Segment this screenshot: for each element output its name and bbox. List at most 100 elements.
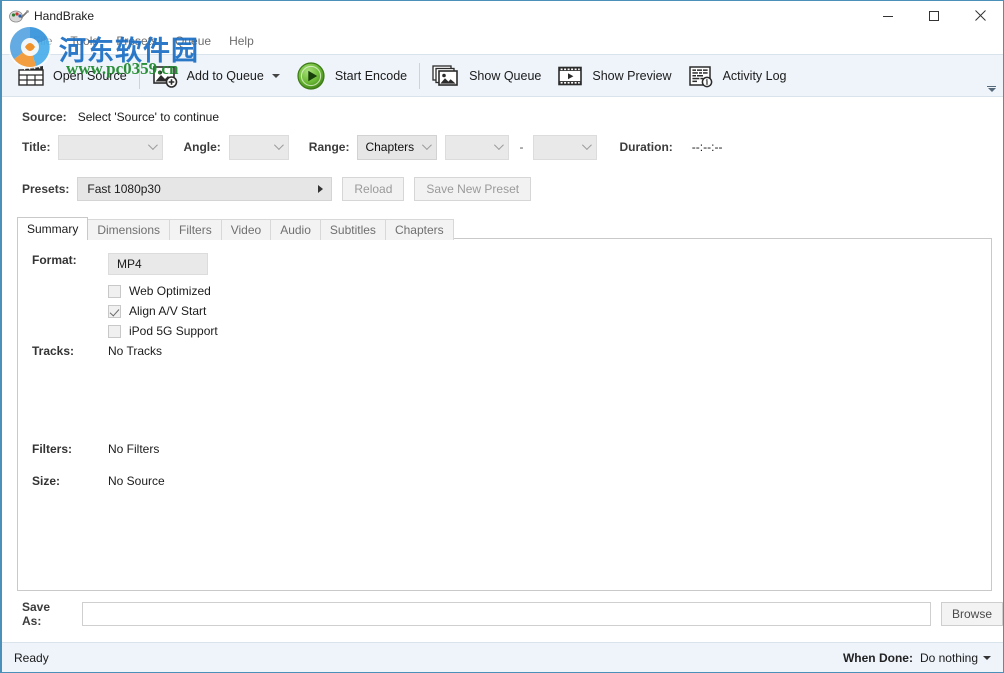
- filters-value: No Filters: [108, 442, 160, 456]
- handbrake-app-icon: [8, 7, 30, 25]
- show-queue-label: Show Queue: [469, 68, 542, 83]
- add-to-queue-button[interactable]: Add to Queue: [144, 58, 288, 94]
- tab-filters[interactable]: Filters: [169, 219, 222, 240]
- settings-tabstrip: Summary Dimensions Filters Video Audio S…: [17, 217, 454, 240]
- show-preview-label: Show Preview: [592, 68, 672, 83]
- filters-row: Filters: No Filters: [32, 442, 159, 456]
- format-select-value: MP4: [117, 257, 142, 271]
- menu-item-help[interactable]: Help: [220, 32, 263, 50]
- tab-audio[interactable]: Audio: [270, 219, 321, 240]
- toolbar-separator-1: [138, 62, 140, 89]
- open-source-button[interactable]: Open Source: [10, 58, 135, 94]
- activity-log-label: Activity Log: [722, 68, 787, 83]
- when-done-label: When Done:: [842, 650, 913, 665]
- chevron-down-icon: [494, 140, 505, 151]
- window-title: HandBrake: [34, 8, 95, 23]
- title-select[interactable]: [58, 134, 164, 160]
- start-encode-label: Start Encode: [334, 68, 408, 83]
- maximize-button[interactable]: [911, 1, 957, 30]
- svg-text:i: i: [705, 77, 708, 86]
- format-row: Format: MP4 Web Optimized Align A/V Star…: [32, 253, 218, 338]
- reload-preset-button[interactable]: Reload: [342, 177, 405, 201]
- chevron-down-icon: [422, 140, 433, 151]
- status-bar: Ready When Done: Do nothing: [2, 642, 1003, 672]
- film-play-icon: [557, 64, 583, 88]
- menu-item-file[interactable]: File: [24, 32, 61, 50]
- title-label: Title:: [22, 140, 51, 154]
- chevron-down-icon[interactable]: [983, 655, 991, 660]
- browse-button[interactable]: Browse: [941, 602, 1003, 626]
- when-done-value: Do nothing: [919, 650, 978, 665]
- save-as-row: Save As: Browse: [2, 600, 1003, 628]
- tab-summary[interactable]: Summary: [17, 217, 89, 240]
- chevron-right-icon: [318, 185, 324, 193]
- stacked-images-icon: [432, 64, 460, 88]
- open-source-label: Open Source: [53, 68, 127, 83]
- size-row: Size: No Source: [32, 474, 165, 488]
- add-image-icon: [152, 64, 178, 88]
- duration-value: --:--:--: [691, 140, 723, 154]
- web-optimized-checkbox-row[interactable]: Web Optimized: [108, 284, 218, 298]
- align-av-start-label: Align A/V Start: [129, 304, 207, 318]
- tracks-row: Tracks: No Tracks: [32, 344, 162, 358]
- web-optimized-label: Web Optimized: [129, 284, 211, 298]
- save-new-preset-button[interactable]: Save New Preset: [414, 177, 532, 201]
- range-label: Range:: [308, 140, 350, 154]
- source-row: Source: Select 'Source' to continue: [2, 105, 1003, 129]
- toolbar-overflow-icon[interactable]: [987, 86, 996, 92]
- close-button[interactable]: [957, 1, 1003, 30]
- range-type-select[interactable]: Chapters: [357, 134, 438, 160]
- filters-label: Filters:: [32, 442, 73, 456]
- align-av-start-checkbox-row[interactable]: Align A/V Start: [108, 304, 218, 318]
- window-controls: [865, 1, 1003, 30]
- when-done-group[interactable]: When Done: Do nothing: [843, 651, 991, 665]
- show-queue-button[interactable]: Show Queue: [424, 58, 549, 94]
- handbrake-window: HandBrake File Tools Presets Queue Help: [0, 0, 1004, 673]
- tracks-label: Tracks:: [32, 344, 75, 358]
- toolbar-overflow-triangle: [987, 88, 996, 92]
- chevron-down-icon: [582, 140, 593, 151]
- menu-bar: File Tools Presets Queue Help: [2, 30, 1003, 52]
- status-text: Ready: [14, 650, 49, 665]
- tracks-value: No Tracks: [108, 344, 163, 358]
- range-start-select[interactable]: [445, 134, 510, 160]
- menu-item-queue[interactable]: Queue: [166, 32, 220, 50]
- duration-label: Duration:: [619, 140, 673, 154]
- ipod-5g-support-checkbox-row[interactable]: iPod 5G Support: [108, 324, 218, 338]
- log-info-icon: i: [688, 64, 714, 88]
- menu-item-presets[interactable]: Presets: [107, 32, 166, 50]
- size-value: No Source: [108, 474, 165, 488]
- save-as-label: Save As:: [22, 600, 51, 628]
- toolbar-separator-2: [419, 62, 421, 89]
- title-bar: HandBrake: [2, 1, 1003, 30]
- align-av-start-checkbox[interactable]: [108, 304, 121, 318]
- format-select[interactable]: MP4: [108, 253, 208, 275]
- range-end-select[interactable]: [533, 134, 598, 160]
- presets-row: Presets: Fast 1080p30 Reload Save New Pr…: [2, 176, 1003, 202]
- presets-label: Presets:: [22, 182, 70, 196]
- save-as-input[interactable]: [82, 602, 931, 626]
- activity-log-button[interactable]: i Activity Log: [680, 58, 795, 94]
- ipod-5g-support-label: iPod 5G Support: [129, 324, 218, 338]
- chevron-down-icon: [273, 140, 284, 151]
- start-encode-button[interactable]: Start Encode: [288, 58, 415, 94]
- web-optimized-checkbox[interactable]: [108, 284, 121, 298]
- source-label: Source:: [22, 110, 67, 124]
- tab-chapters[interactable]: Chapters: [384, 219, 454, 240]
- ipod-5g-support-checkbox[interactable]: [108, 324, 121, 338]
- toolbar-overflow-bar: [987, 86, 996, 87]
- tab-video[interactable]: Video: [220, 219, 272, 240]
- angle-label: Angle:: [183, 140, 221, 154]
- chevron-down-icon: [148, 140, 159, 151]
- chevron-down-icon[interactable]: [271, 73, 280, 78]
- menu-item-tools[interactable]: Tools: [61, 32, 107, 50]
- tab-subtitles[interactable]: Subtitles: [319, 219, 386, 240]
- tab-dimensions[interactable]: Dimensions: [87, 219, 171, 240]
- preset-select[interactable]: Fast 1080p30: [77, 177, 333, 201]
- minimize-button[interactable]: [865, 1, 911, 30]
- angle-select[interactable]: [228, 134, 289, 160]
- show-preview-button[interactable]: Show Preview: [549, 58, 679, 94]
- size-label: Size:: [32, 474, 61, 488]
- format-label: Format:: [32, 253, 77, 267]
- green-play-icon: [296, 61, 326, 91]
